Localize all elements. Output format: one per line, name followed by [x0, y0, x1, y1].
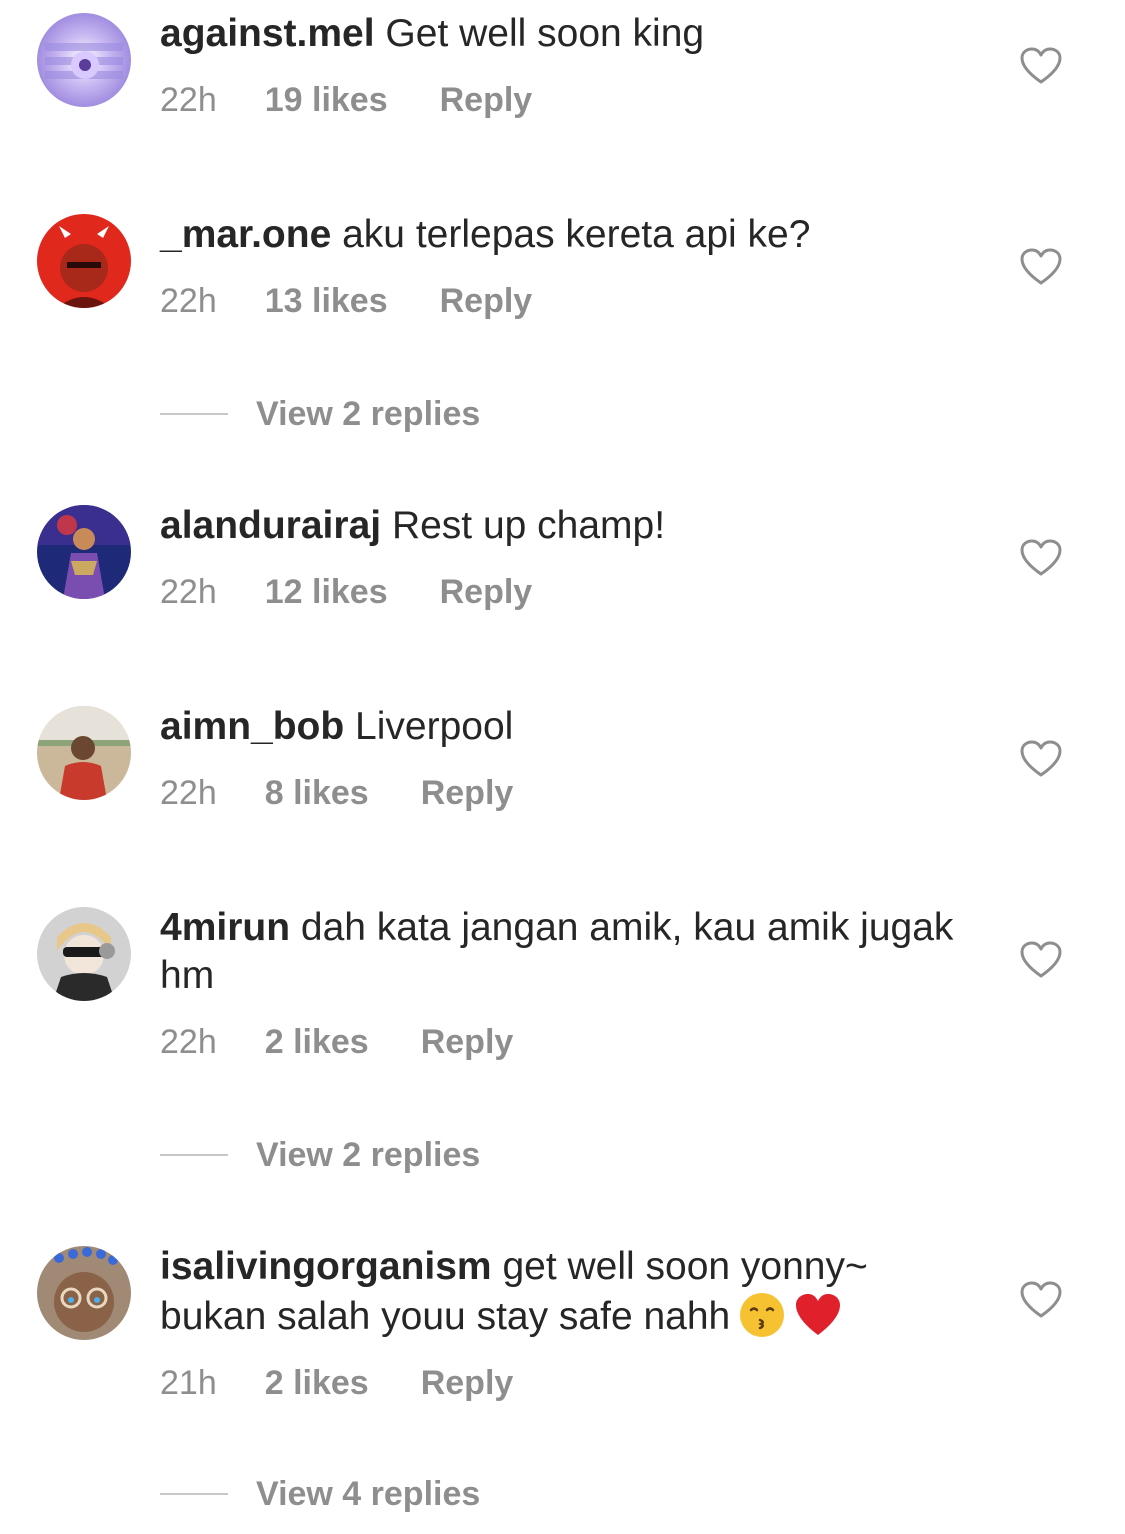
comment-username[interactable]: against.mel — [160, 12, 375, 55]
comment-username[interactable]: aimn_bob — [160, 705, 344, 748]
comment-time: 21h — [160, 1364, 217, 1402]
comment-likes[interactable]: 13 likes — [265, 281, 388, 321]
comment-message: Rest up champ! — [391, 504, 666, 547]
heart-outline-icon[interactable] — [1020, 740, 1062, 778]
reply-button[interactable]: Reply — [421, 773, 514, 813]
avatar[interactable] — [37, 214, 131, 308]
comment-meta: 22h 19 likes Reply — [160, 80, 960, 120]
kissing-face-emoji — [740, 1293, 785, 1337]
comment-username[interactable]: _mar.one — [160, 213, 331, 256]
view-replies-button[interactable]: View 4 replies — [160, 1474, 480, 1514]
view-replies-label[interactable]: View 2 replies — [256, 1135, 480, 1175]
comment-time: 22h — [160, 774, 217, 812]
comment-likes[interactable]: 8 likes — [265, 773, 369, 813]
avatar[interactable] — [37, 907, 131, 1001]
comment-username[interactable]: alandurairaj — [160, 504, 381, 547]
divider-line — [160, 1154, 228, 1156]
reply-button[interactable]: Reply — [440, 80, 533, 120]
avatar[interactable] — [37, 706, 131, 800]
comment-likes[interactable]: 2 likes — [265, 1363, 369, 1403]
comment-message: Liverpool — [355, 705, 514, 748]
comment-message: aku terlepas kereta api ke? — [342, 213, 811, 256]
comment-text: aimn_bob Liverpool — [160, 703, 960, 751]
reply-button[interactable]: Reply — [421, 1022, 514, 1062]
comment-time: 22h — [160, 282, 217, 320]
comment-text: alandurairaj Rest up champ! — [160, 502, 960, 550]
comment-meta: 22h 2 likes Reply — [160, 1022, 960, 1062]
comment-likes[interactable]: 12 likes — [265, 572, 388, 612]
avatar[interactable] — [37, 505, 131, 599]
comment-time: 22h — [160, 81, 217, 119]
comment-meta: 22h 13 likes Reply — [160, 281, 960, 321]
heart-outline-icon[interactable] — [1020, 248, 1062, 286]
divider-line — [160, 1493, 228, 1495]
reply-button[interactable]: Reply — [440, 572, 533, 612]
reply-button[interactable]: Reply — [440, 281, 533, 321]
comment-meta: 21h 2 likes Reply — [160, 1363, 960, 1403]
comment-username[interactable]: isalivingorganism — [160, 1245, 492, 1288]
comment-likes[interactable]: 19 likes — [265, 80, 388, 120]
comment-text: isalivingorganism get well soon yonny~ b… — [160, 1243, 960, 1341]
comment-username[interactable]: 4mirun — [160, 906, 290, 949]
comment-likes[interactable]: 2 likes — [265, 1022, 369, 1062]
reply-button[interactable]: Reply — [421, 1363, 514, 1403]
view-replies-label[interactable]: View 4 replies — [256, 1474, 480, 1514]
heart-outline-icon[interactable] — [1020, 941, 1062, 979]
view-replies-button[interactable]: View 2 replies — [160, 394, 480, 434]
red-heart-emoji — [796, 1294, 841, 1335]
comment-text: 4mirun dah kata jangan amik, kau amik ju… — [160, 904, 960, 1000]
comment-message: Get well soon king — [385, 12, 705, 55]
comment-time: 22h — [160, 573, 217, 611]
view-replies-button[interactable]: View 2 replies — [160, 1135, 480, 1175]
comment-text: _mar.one aku terlepas kereta api ke? — [160, 211, 960, 259]
heart-outline-icon[interactable] — [1020, 1281, 1062, 1319]
avatar[interactable] — [37, 1246, 131, 1340]
avatar[interactable] — [37, 13, 131, 107]
comment-meta: 22h 8 likes Reply — [160, 773, 960, 813]
comment-text: against.mel Get well soon king — [160, 10, 960, 58]
heart-outline-icon[interactable] — [1020, 539, 1062, 577]
comment-meta: 22h 12 likes Reply — [160, 572, 960, 612]
view-replies-label[interactable]: View 2 replies — [256, 394, 480, 434]
comment-time: 22h — [160, 1023, 217, 1061]
divider-line — [160, 413, 228, 415]
heart-outline-icon[interactable] — [1020, 47, 1062, 85]
